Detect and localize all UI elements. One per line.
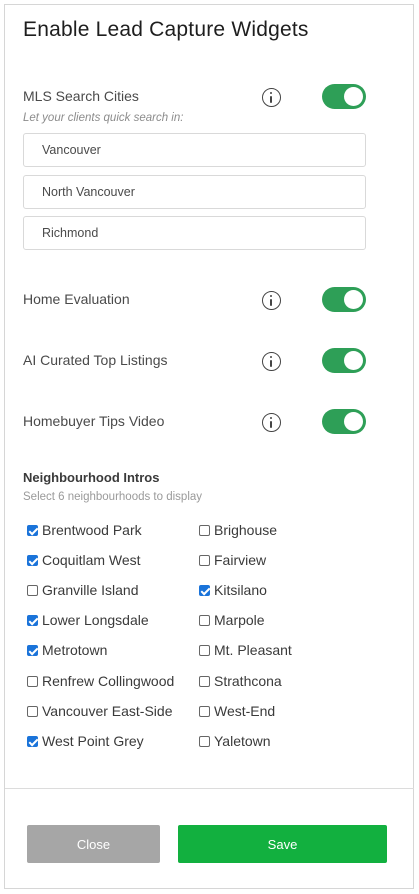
neighbourhood-checkbox[interactable]: Fairview <box>199 552 266 568</box>
neighbourhood-label: Mt. Pleasant <box>214 642 292 658</box>
neighbourhood-label: Lower Longsdale <box>42 612 149 628</box>
neighbourhood-label: Kitsilano <box>214 582 267 598</box>
home-evaluation-toggle[interactable] <box>322 287 366 312</box>
mls-info-icon[interactable] <box>262 88 281 107</box>
neighbourhood-checkbox[interactable]: Marpole <box>199 612 265 628</box>
mls-search-hint: Let your clients quick search in: <box>23 112 184 124</box>
neighbourhood-label: Renfrew Collingwood <box>42 673 175 689</box>
close-button[interactable]: Close <box>27 825 160 863</box>
ai-listings-label: AI Curated Top Listings <box>23 352 168 368</box>
toggle-knob <box>344 351 363 370</box>
dialog-title: Enable Lead Capture Widgets <box>23 18 309 41</box>
homebuyer-tips-info-icon[interactable] <box>262 413 281 432</box>
neighbourhood-checkbox[interactable]: West Point Grey <box>27 733 144 749</box>
neighbourhood-label: Vancouver East-Side <box>42 703 173 719</box>
neighbourhood-intros-title: Neighbourhood Intros <box>23 470 160 485</box>
neighbourhood-checkbox[interactable]: Coquitlam West <box>27 552 141 568</box>
city-input-1[interactable]: Vancouver <box>23 133 366 167</box>
checkbox[interactable] <box>199 644 210 656</box>
neighbourhood-checkbox[interactable]: Vancouver East-Side <box>27 703 172 719</box>
checkbox[interactable] <box>27 554 38 566</box>
neighbourhood-checkbox[interactable]: West-End <box>199 703 275 719</box>
checkbox[interactable] <box>199 705 210 717</box>
neighbourhood-checkbox[interactable]: Mt. Pleasant <box>199 642 292 658</box>
checkbox[interactable] <box>27 644 38 656</box>
checkbox[interactable] <box>199 584 210 596</box>
neighbourhood-checkbox[interactable]: Metrotown <box>27 642 107 658</box>
neighbourhood-label: Fairview <box>214 552 267 568</box>
neighbourhood-checkbox[interactable]: Strathcona <box>199 673 282 689</box>
neighbourhood-label: Yaletown <box>214 733 271 749</box>
home-evaluation-info-icon[interactable] <box>262 291 281 310</box>
checkbox[interactable] <box>27 705 38 717</box>
checkbox[interactable] <box>27 735 38 747</box>
neighbourhood-label: Strathcona <box>214 673 282 689</box>
checkbox[interactable] <box>199 675 210 687</box>
neighbourhood-checkbox[interactable]: Granville Island <box>27 582 139 598</box>
mls-search-toggle[interactable] <box>322 84 366 109</box>
checkbox[interactable] <box>27 675 38 687</box>
neighbourhood-checkbox[interactable]: Brentwood Park <box>27 522 142 538</box>
neighbourhood-label: Granville Island <box>42 582 139 598</box>
footer-divider <box>5 788 414 789</box>
neighbourhood-checkbox[interactable]: Lower Longsdale <box>27 612 149 628</box>
neighbourhood-label: Metrotown <box>42 642 108 658</box>
neighbourhood-checkbox[interactable]: Renfrew Collingwood <box>27 673 174 689</box>
neighbourhood-label: Marpole <box>214 612 265 628</box>
neighbourhood-label: Brentwood Park <box>42 522 142 538</box>
neighbourhood-checkbox[interactable]: Kitsilano <box>199 582 267 598</box>
neighbourhood-label: West-End <box>214 703 276 719</box>
mls-search-cities-label: MLS Search Cities <box>23 88 139 104</box>
toggle-knob <box>344 290 363 309</box>
city-input-3[interactable]: Richmond <box>23 216 366 250</box>
neighbourhood-label: Coquitlam West <box>42 552 141 568</box>
checkbox[interactable] <box>27 614 38 626</box>
neighbourhood-checkbox[interactable]: Yaletown <box>199 733 271 749</box>
neighbourhood-checkbox[interactable]: Brighouse <box>199 522 277 538</box>
home-evaluation-label: Home Evaluation <box>23 291 130 307</box>
checkbox[interactable] <box>199 524 210 536</box>
checkbox[interactable] <box>199 614 210 626</box>
checkbox[interactable] <box>199 554 210 566</box>
checkbox[interactable] <box>27 584 38 596</box>
ai-listings-info-icon[interactable] <box>262 352 281 371</box>
neighbourhood-label: West Point Grey <box>42 733 144 749</box>
save-button[interactable]: Save <box>178 825 387 863</box>
toggle-knob <box>344 87 363 106</box>
city-input-2[interactable]: North Vancouver <box>23 175 366 209</box>
toggle-knob <box>344 412 363 431</box>
neighbourhood-label: Brighouse <box>214 522 278 538</box>
ai-listings-toggle[interactable] <box>322 348 366 373</box>
checkbox[interactable] <box>199 735 210 747</box>
checkbox[interactable] <box>27 524 38 536</box>
homebuyer-tips-label: Homebuyer Tips Video <box>23 413 165 429</box>
neighbourhood-intros-hint: Select 6 neighbourhoods to display <box>23 491 203 503</box>
homebuyer-tips-toggle[interactable] <box>322 409 366 434</box>
